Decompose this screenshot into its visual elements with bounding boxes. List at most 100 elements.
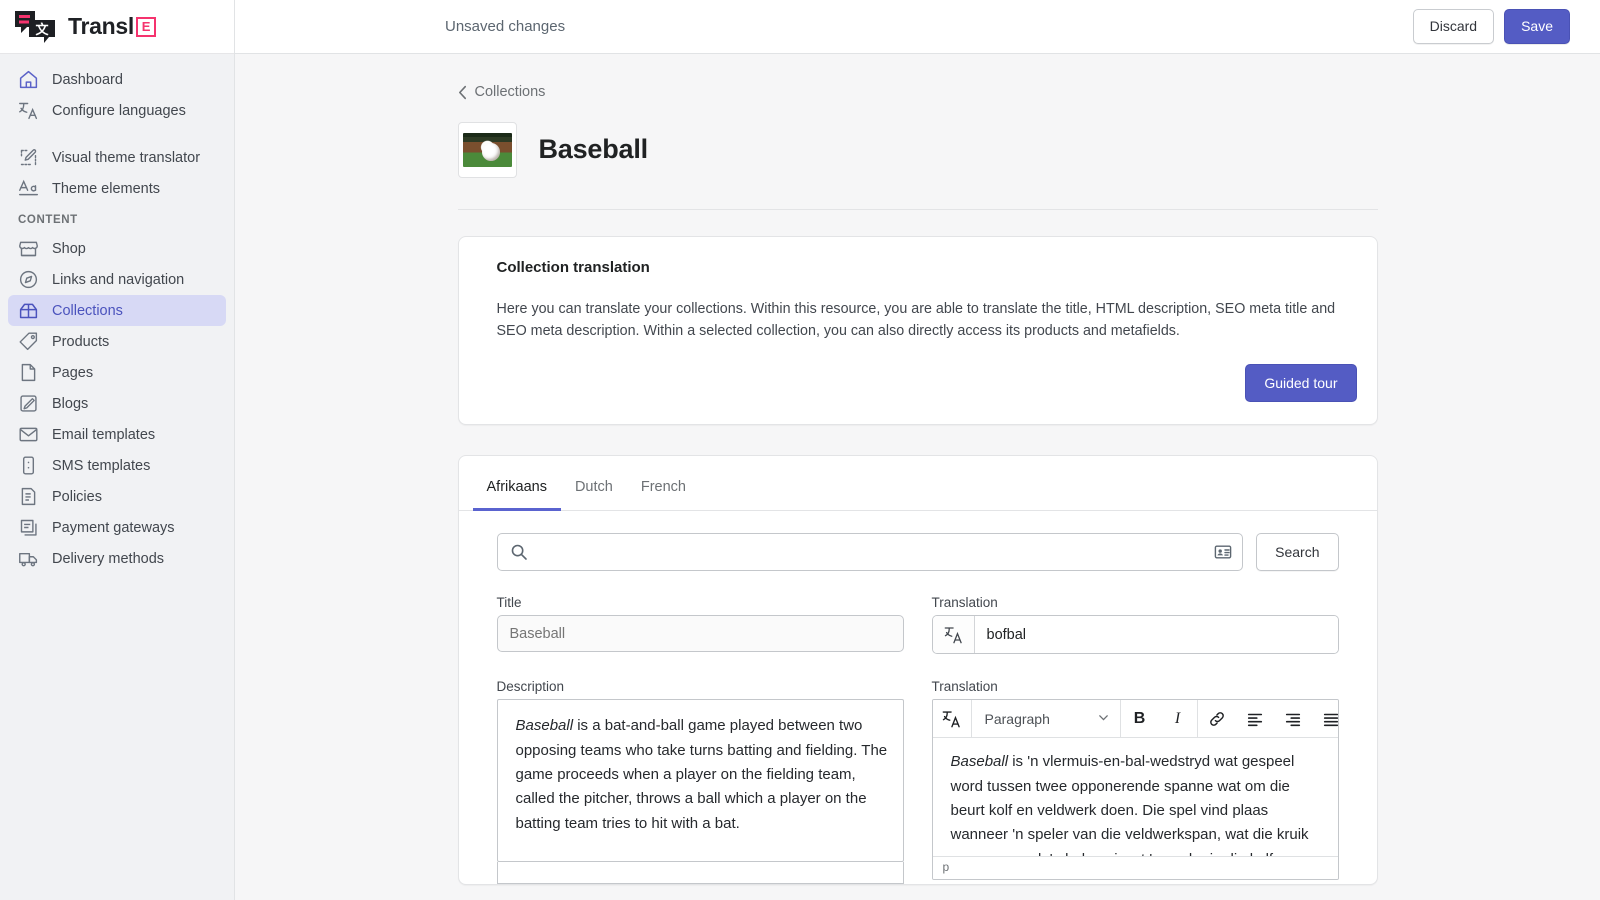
editor-toolbar: Paragraph B I <box>932 700 1338 739</box>
language-tabs: Afrikaans Dutch French <box>458 456 1377 512</box>
description-group: Description Baseball is a bat-and-ball g… <box>496 679 904 885</box>
description-textarea[interactable]: Baseball is a bat-and-ball game played b… <box>496 699 904 863</box>
toolbar-group-translate <box>933 700 972 738</box>
search-row: Search <box>496 533 1339 572</box>
description-translation-label: Translation <box>931 679 998 695</box>
id-card-icon[interactable] <box>1214 543 1232 561</box>
editor-emphasis: Baseball <box>950 753 1009 771</box>
title-input[interactable] <box>496 615 904 653</box>
sidebar-item-payment-gateways[interactable]: Payment gateways <box>8 512 226 543</box>
home-icon <box>18 69 39 90</box>
tab-afrikaans[interactable]: Afrikaans <box>472 457 561 512</box>
card-title: Collection translation <box>496 259 650 277</box>
sidebar: 文 TranslE Dashboard Configure languages <box>0 0 235 900</box>
breadcrumb[interactable]: Collections <box>458 84 546 100</box>
block-format-value: Paragraph <box>984 710 1050 727</box>
sidebar-item-label: Visual theme translator <box>52 149 201 166</box>
page-content: Collections Baseball Collection translat… <box>457 54 1378 886</box>
sidebar-item-label: Dashboard <box>52 71 123 88</box>
translate-icon[interactable] <box>932 616 975 654</box>
sidebar-item-products[interactable]: Products <box>8 326 226 357</box>
sidebar-item-label: Delivery methods <box>52 550 165 567</box>
page-title-row: Baseball <box>457 116 1378 211</box>
page-title: Baseball <box>538 134 649 165</box>
storefront-icon <box>18 238 39 259</box>
sidebar-item-configure-languages[interactable]: Configure languages <box>8 95 226 126</box>
sidebar-item-label: Pages <box>52 364 94 381</box>
save-button[interactable]: Save <box>1504 9 1570 44</box>
search-input[interactable] <box>537 543 1205 562</box>
guided-tour-button[interactable]: Guided tour <box>1245 364 1357 403</box>
editor-content[interactable]: Baseball is 'n vlermuis-en-bal-wedstryd … <box>933 738 1338 856</box>
sidebar-item-dashboard[interactable]: Dashboard <box>8 64 226 95</box>
discard-button[interactable]: Discard <box>1412 9 1495 44</box>
sidebar-item-collections[interactable]: Collections <box>8 295 226 326</box>
card-description: Here you can translate your collections.… <box>496 301 1336 340</box>
description-label: Description <box>496 679 565 695</box>
editor-status-bar: p <box>932 856 1338 880</box>
card-footer: Guided tour <box>459 342 1377 424</box>
toolbar-group-text-style: B I <box>1121 700 1198 738</box>
unsaved-changes-status: Unsaved changes <box>445 18 566 35</box>
sidebar-item-label: Theme elements <box>52 180 160 197</box>
pencil-square-icon <box>18 393 39 414</box>
description-text: is a bat-and-ball game played between tw… <box>515 717 888 832</box>
title-translation-input[interactable] <box>974 616 1338 654</box>
document-list-icon <box>18 486 39 507</box>
top-bar-actions: Discard Save <box>1412 9 1570 44</box>
sidebar-item-email-templates[interactable]: Email templates <box>8 419 226 450</box>
align-left-icon[interactable] <box>1236 700 1274 737</box>
sidebar-item-visual-theme-translator[interactable]: Visual theme translator <box>8 142 226 173</box>
sidebar-item-label: Payment gateways <box>52 519 175 536</box>
translation-panel: Search Title Translation <box>459 511 1377 885</box>
title-fields-row: Title Translation <box>496 595 1339 655</box>
tag-icon <box>18 331 39 352</box>
sidebar-item-label: Shop <box>52 240 86 257</box>
sidebar-item-label: Email templates <box>52 426 156 443</box>
sidebar-section-content: CONTENT <box>18 214 78 226</box>
block-format-select[interactable]: Paragraph <box>972 700 1120 737</box>
link-icon[interactable] <box>1198 700 1236 737</box>
sidebar-item-sms-templates[interactable]: SMS templates <box>8 450 226 481</box>
top-bar: Unsaved changes Discard Save <box>235 0 1600 54</box>
toolbar-group-block-format: Paragraph <box>972 700 1121 738</box>
sidebar-item-theme-elements[interactable]: Theme elements <box>8 173 226 204</box>
tab-french[interactable]: French <box>627 457 700 511</box>
sidebar-item-shop[interactable]: Shop <box>8 233 226 264</box>
logo-wordmark: Transl E <box>68 13 156 40</box>
sidebar-item-pages[interactable]: Pages <box>8 357 226 388</box>
title-field-group: Title <box>496 595 904 654</box>
description-emphasis: Baseball <box>515 717 574 735</box>
sidebar-item-label: SMS templates <box>52 457 151 474</box>
breadcrumb-label: Collections <box>474 84 546 100</box>
sidebar-item-label: Collections <box>52 302 123 319</box>
translate-icon[interactable] <box>933 700 971 737</box>
app-logo[interactable]: 文 Transl E <box>0 0 234 54</box>
sidebar-item-policies[interactable]: Policies <box>8 481 226 512</box>
bold-button[interactable]: B <box>1121 700 1159 737</box>
search-box[interactable] <box>496 533 1244 572</box>
title-field-label: Title <box>496 595 522 611</box>
main-area: Unsaved changes Discard Save Collections <box>235 0 1600 900</box>
svg-text:文: 文 <box>35 22 49 38</box>
translation-tabs-card: Afrikaans Dutch French Search Title Base… <box>457 455 1378 886</box>
page-scroll-area[interactable]: Collections Baseball Collection translat… <box>235 54 1600 900</box>
sidebar-item-label: Products <box>52 333 110 350</box>
sidebar-item-blogs[interactable]: Blogs <box>8 388 226 419</box>
align-justify-icon[interactable] <box>1312 700 1338 737</box>
baseball-thumbnail-image <box>457 121 517 178</box>
search-icon <box>510 543 528 561</box>
tab-dutch[interactable]: Dutch <box>561 457 627 511</box>
collection-translation-card: Collection translation Here you can tran… <box>457 236 1378 426</box>
sidebar-item-links-and-navigation[interactable]: Links and navigation <box>8 264 226 295</box>
search-button[interactable]: Search <box>1256 533 1339 572</box>
align-right-icon[interactable] <box>1274 700 1312 737</box>
compass-icon <box>18 269 39 290</box>
italic-button[interactable]: I <box>1159 700 1197 737</box>
page-icon <box>18 362 39 383</box>
sidebar-item-delivery-methods[interactable]: Delivery methods <box>8 543 226 574</box>
title-translation-label: Translation <box>931 595 998 611</box>
title-translation-group: Translation <box>931 595 1339 655</box>
speech-bubbles-translate-icon: 文 <box>14 10 58 44</box>
